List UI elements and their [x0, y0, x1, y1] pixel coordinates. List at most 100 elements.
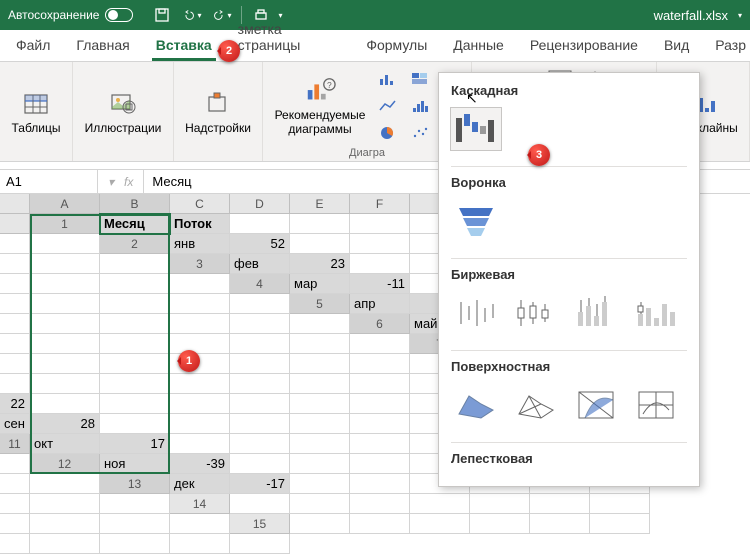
- cell[interactable]: [100, 494, 170, 514]
- cell[interactable]: [0, 514, 30, 534]
- addins-button[interactable]: Надстройки: [182, 86, 254, 138]
- cell[interactable]: мар: [290, 274, 350, 294]
- cell[interactable]: [0, 254, 30, 274]
- fx-icon[interactable]: fx: [124, 175, 133, 189]
- cell[interactable]: [350, 354, 410, 374]
- cell[interactable]: [350, 454, 410, 474]
- cell[interactable]: [230, 534, 290, 554]
- col-header[interactable]: F: [350, 194, 410, 214]
- col-header[interactable]: B: [100, 194, 170, 214]
- cell[interactable]: [170, 414, 230, 434]
- cell[interactable]: [470, 494, 530, 514]
- cell[interactable]: [470, 514, 530, 534]
- cell[interactable]: [100, 374, 170, 394]
- row-header[interactable]: 11: [0, 434, 30, 454]
- cell[interactable]: 23: [290, 254, 350, 274]
- cell[interactable]: [100, 294, 170, 314]
- autosave-toggle[interactable]: [105, 8, 133, 22]
- cell[interactable]: 52: [230, 234, 290, 254]
- surface-chart-thumb-2[interactable]: [511, 384, 561, 426]
- funnel-chart-thumb[interactable]: [451, 200, 501, 242]
- cell[interactable]: [30, 314, 100, 334]
- ribbon-tab-4[interactable]: Формулы: [362, 31, 431, 61]
- cell[interactable]: [170, 394, 230, 414]
- cell[interactable]: 28: [30, 414, 100, 434]
- cell[interactable]: [350, 214, 410, 234]
- pie-chart-icon[interactable]: [373, 120, 403, 145]
- cell[interactable]: [0, 294, 30, 314]
- cell[interactable]: [230, 374, 290, 394]
- statistic-chart-icon[interactable]: [405, 93, 435, 118]
- cell[interactable]: [0, 454, 30, 474]
- cell[interactable]: [350, 334, 410, 354]
- cell[interactable]: [30, 254, 100, 274]
- cell[interactable]: [590, 514, 650, 534]
- surface-chart-thumb-4[interactable]: [631, 384, 681, 426]
- cell[interactable]: [30, 234, 100, 254]
- row-header[interactable]: 2: [100, 234, 170, 254]
- cell[interactable]: [410, 514, 470, 534]
- cell[interactable]: Месяц: [100, 214, 170, 234]
- cell[interactable]: [170, 334, 230, 354]
- cell[interactable]: [230, 434, 290, 454]
- col-header[interactable]: D: [230, 194, 290, 214]
- cell[interactable]: 22: [0, 394, 30, 414]
- col-header[interactable]: C: [170, 194, 230, 214]
- cell[interactable]: [350, 494, 410, 514]
- cell[interactable]: [30, 334, 100, 354]
- cell[interactable]: [30, 474, 100, 494]
- cell[interactable]: [350, 374, 410, 394]
- save-icon[interactable]: [153, 6, 171, 24]
- cell[interactable]: [290, 374, 350, 394]
- hierarchy-chart-icon[interactable]: [405, 66, 435, 91]
- cell[interactable]: [170, 314, 230, 334]
- cell[interactable]: [30, 534, 100, 554]
- cell[interactable]: [30, 514, 100, 534]
- cell[interactable]: [230, 314, 290, 334]
- cell[interactable]: [100, 274, 170, 294]
- cell[interactable]: [0, 354, 30, 374]
- cell[interactable]: [170, 374, 230, 394]
- cell[interactable]: [590, 494, 650, 514]
- stock-chart-thumb-3[interactable]: [571, 292, 621, 334]
- scatter-chart-icon[interactable]: [405, 120, 435, 145]
- illustrations-button[interactable]: Иллюстрации: [81, 86, 165, 138]
- cell[interactable]: [290, 434, 350, 454]
- cell[interactable]: [230, 454, 290, 474]
- cell[interactable]: [230, 334, 290, 354]
- cell[interactable]: [170, 534, 230, 554]
- cell[interactable]: [100, 334, 170, 354]
- cell[interactable]: окт: [30, 434, 100, 454]
- cell[interactable]: [350, 514, 410, 534]
- cell[interactable]: [100, 314, 170, 334]
- cell[interactable]: [170, 294, 230, 314]
- cell[interactable]: [230, 494, 290, 514]
- row-header[interactable]: 5: [290, 294, 350, 314]
- waterfall-chart-thumb[interactable]: [451, 108, 501, 150]
- row-header[interactable]: 13: [100, 474, 170, 494]
- cell[interactable]: [290, 354, 350, 374]
- cell[interactable]: [0, 314, 30, 334]
- cell[interactable]: [30, 374, 100, 394]
- cell[interactable]: сен: [0, 414, 30, 434]
- cell[interactable]: [230, 394, 290, 414]
- cell[interactable]: [230, 294, 290, 314]
- cell[interactable]: [530, 514, 590, 534]
- name-box[interactable]: A1: [0, 170, 98, 193]
- cell[interactable]: [230, 354, 290, 374]
- ribbon-tab-3[interactable]: зметка страницы: [234, 15, 345, 61]
- cell[interactable]: [290, 334, 350, 354]
- col-header[interactable]: [0, 214, 30, 234]
- cell[interactable]: [290, 314, 350, 334]
- cell[interactable]: [0, 534, 30, 554]
- cell[interactable]: [350, 394, 410, 414]
- surface-chart-thumb-3[interactable]: [571, 384, 621, 426]
- ribbon-tab-7[interactable]: Вид: [660, 31, 693, 61]
- stock-chart-thumb-2[interactable]: [511, 292, 561, 334]
- row-header[interactable]: 3: [170, 254, 230, 274]
- ribbon-tab-0[interactable]: Файл: [12, 31, 54, 61]
- cell[interactable]: [350, 434, 410, 454]
- cell[interactable]: [290, 494, 350, 514]
- row-header[interactable]: 14: [170, 494, 230, 514]
- cell[interactable]: [350, 234, 410, 254]
